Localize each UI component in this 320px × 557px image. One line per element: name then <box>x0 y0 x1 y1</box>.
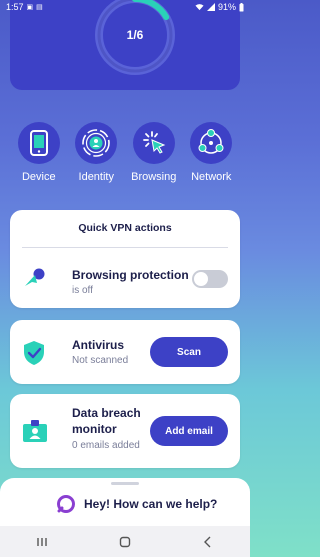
help-bar[interactable]: Hey! How can we help? <box>0 478 250 526</box>
feature-row: Device Identity Browsing Network <box>10 122 240 183</box>
scan-button[interactable]: Scan <box>150 337 228 367</box>
shield-check-icon <box>24 341 44 365</box>
battery-level: 91% <box>217 2 236 12</box>
recent-apps-button[interactable] <box>22 530 62 554</box>
home-icon <box>119 536 131 547</box>
toggle-knob <box>194 272 208 286</box>
feature-browsing[interactable]: Browsing <box>125 122 183 183</box>
quick-vpn-card: Quick VPN actions Browsing protection is… <box>10 210 240 308</box>
antivirus-card: Antivirus Not scanned Scan <box>10 320 240 384</box>
identity-icon <box>75 122 118 164</box>
browsing-protection-toggle[interactable] <box>192 270 228 288</box>
help-label: Hey! How can we help? <box>84 497 218 511</box>
data-breach-card: Data breach monitor 0 emails added Add e… <box>10 394 240 468</box>
feature-label-network: Network <box>191 171 232 183</box>
back-icon <box>204 536 211 547</box>
browsing-protection-icon <box>25 268 45 286</box>
progress-label: 1/6 <box>126 28 144 42</box>
id-badge-icon <box>23 420 47 442</box>
home-button[interactable] <box>105 530 145 554</box>
add-email-button[interactable]: Add email <box>150 416 228 446</box>
battery-icon <box>239 2 244 11</box>
phone-icon <box>17 122 60 164</box>
quick-vpn-title: Quick VPN actions <box>78 222 172 234</box>
network-icon <box>190 122 233 164</box>
browsing-protection-status: is off <box>72 285 93 296</box>
back-button[interactable] <box>188 530 228 554</box>
wifi-icon <box>195 4 204 11</box>
system-nav-bar <box>0 526 250 557</box>
browsing-protection-title: Browsing protection <box>72 268 189 282</box>
antivirus-title: Antivirus <box>72 338 125 352</box>
feature-device[interactable]: Device <box>10 122 68 183</box>
notification-icon: ▣ <box>26 4 34 11</box>
feature-network[interactable]: Network <box>183 122 241 183</box>
status-time: 1:57 <box>6 2 24 12</box>
status-bar: 1:57 ▣ ▤ 91% <box>0 0 250 14</box>
data-breach-title-line1: Data breach <box>72 406 141 420</box>
chat-bubble-icon <box>57 495 75 513</box>
feature-identity[interactable]: Identity <box>68 122 126 183</box>
browsing-cursor-icon <box>132 122 175 164</box>
data-breach-status: 0 emails added <box>72 440 140 451</box>
drag-handle[interactable] <box>111 482 139 485</box>
feature-label-browsing: Browsing <box>131 171 177 183</box>
divider <box>22 247 228 248</box>
antivirus-status: Not scanned <box>72 355 129 366</box>
recent-apps-icon <box>36 537 47 546</box>
image-icon: ▤ <box>36 4 43 11</box>
signal-icon <box>206 3 215 11</box>
feature-label-device: Device <box>21 171 56 183</box>
feature-label-identity: Identity <box>78 171 114 183</box>
data-breach-title-line2: monitor <box>72 422 117 436</box>
